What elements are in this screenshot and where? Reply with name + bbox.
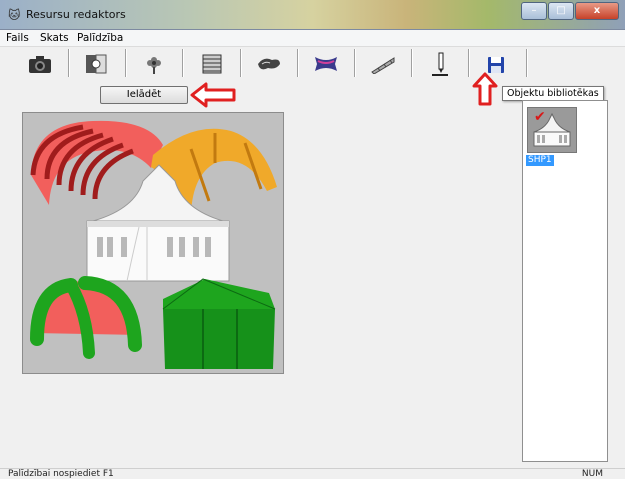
flower-icon[interactable] — [130, 49, 178, 79]
toolbar-separator — [68, 49, 69, 77]
library-item[interactable]: ✔ — [527, 107, 577, 153]
menu-file[interactable]: Fails — [6, 32, 29, 44]
toolbar-separator — [526, 49, 527, 77]
minimize-button[interactable]: – — [521, 2, 547, 20]
gazebo-tent-image — [162, 278, 276, 369]
rug-icon[interactable] — [302, 49, 350, 79]
menu-bar: Fails Skats Palīdzība — [0, 30, 625, 47]
menu-view[interactable]: Skats — [40, 32, 69, 44]
status-bar: Palīdzībai nospiediet F1 NUM — [0, 468, 625, 479]
light-panel-icon[interactable] — [73, 49, 121, 79]
status-num-indicator: NUM — [581, 469, 603, 479]
arrow-up-icon — [472, 72, 498, 106]
close-button[interactable]: x — [575, 2, 619, 20]
window-controls: – □ x — [520, 2, 619, 20]
ramp-icon[interactable] — [359, 49, 407, 79]
title-bar: 🐱 Resursu redaktors – □ x — [0, 0, 625, 30]
animal-icon[interactable] — [245, 49, 293, 79]
toolbar-separator — [240, 49, 241, 77]
marquee-tent-image — [86, 164, 230, 282]
maximize-button[interactable]: □ — [548, 2, 574, 20]
toolbar-separator — [297, 49, 298, 77]
toolbar-separator — [125, 49, 126, 77]
toolbar — [0, 47, 625, 81]
tooltip: Objektu bibliotēkas — [502, 86, 604, 101]
pen-icon[interactable] — [416, 49, 464, 79]
check-icon: ✔ — [534, 109, 546, 125]
toolbar-separator — [411, 49, 412, 77]
object-library-panel: ✔ SHP1 — [522, 100, 608, 462]
window-title: Resursu redaktors — [26, 8, 126, 21]
load-button[interactable]: Ielādēt — [100, 86, 188, 104]
status-help-text: Palīdzībai nospiediet F1 — [8, 469, 114, 479]
inflatable-dome-image — [30, 276, 142, 359]
cat-face-icon: 🐱 — [8, 8, 21, 22]
menu-help[interactable]: Palīdzība — [77, 32, 123, 44]
arrow-left-icon — [190, 82, 236, 108]
shutter-icon[interactable] — [188, 49, 236, 79]
resource-preview — [22, 112, 284, 374]
library-item-label[interactable]: SHP1 — [526, 155, 554, 166]
toolbar-separator — [354, 49, 355, 77]
toolbar-separator — [182, 49, 183, 77]
camera-icon[interactable] — [16, 49, 64, 79]
toolbar-separator — [468, 49, 469, 77]
